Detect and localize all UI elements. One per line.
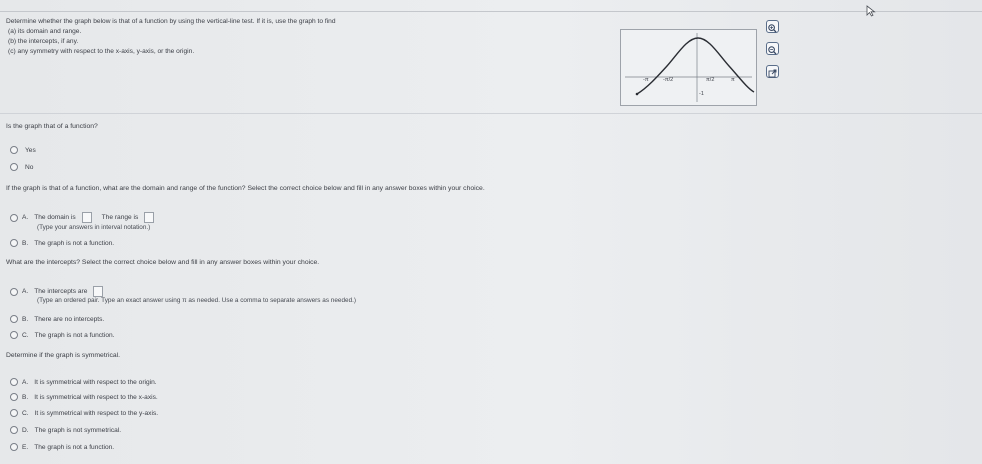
radio-button[interactable] <box>10 409 18 417</box>
q1-option-yes[interactable]: Yes <box>10 146 36 154</box>
q4-option-a[interactable]: A. It is symmetrical with respect to the… <box>10 378 157 386</box>
curve-endpoint-left <box>635 92 639 96</box>
prompt-line-1: Determine whether the graph below is tha… <box>6 18 336 25</box>
q3-option-c-label: The graph is not a function. <box>34 331 115 339</box>
q2-question: If the graph is that of a function, what… <box>6 185 485 192</box>
q4-option-b[interactable]: B. It is symmetrical with respect to the… <box>10 393 158 401</box>
q4-option-c[interactable]: C. It is symmetrical with respect to the… <box>10 409 158 417</box>
prompt-line-3: (b) the intercepts, if any. <box>8 38 79 45</box>
q2-option-a-hint: (Type your answers in interval notation.… <box>37 224 151 231</box>
q4-option-d-label: The graph is not symmetrical. <box>34 426 122 434</box>
radio-button[interactable] <box>10 393 18 401</box>
q2-range-label: The range is <box>101 214 139 221</box>
q4-option-c-letter: C. <box>22 409 29 417</box>
q1-question: Is the graph that of a function? <box>6 123 98 130</box>
radio-button[interactable] <box>10 331 18 339</box>
domain-answer-box[interactable] <box>81 212 92 223</box>
q1-option-no-label: No <box>25 163 34 171</box>
radio-button[interactable] <box>10 146 18 154</box>
q2-option-a-letter: A. <box>22 214 29 221</box>
q1-option-yes-label: Yes <box>25 146 36 154</box>
q4-option-a-label: It is symmetrical with respect to the or… <box>34 378 157 386</box>
q3-option-c[interactable]: C. The graph is not a function. <box>10 331 115 339</box>
range-answer-box[interactable] <box>144 212 155 223</box>
radio-button[interactable] <box>10 163 18 171</box>
radio-button[interactable] <box>10 426 18 434</box>
section-divider <box>0 113 982 114</box>
y-tick-neg-1: -1 <box>699 91 704 97</box>
q4-option-c-label: It is symmetrical with respect to the y-… <box>34 409 159 417</box>
q2-option-b[interactable]: B. The graph is not a function. <box>10 239 114 247</box>
intercepts-answer-box[interactable] <box>93 286 104 297</box>
q3-question: What are the intercepts? Select the corr… <box>6 259 320 266</box>
q4-option-a-letter: A. <box>22 378 29 386</box>
q4-option-d[interactable]: D. The graph is not symmetrical. <box>10 426 121 434</box>
q3-option-a-letter: A. <box>22 288 29 295</box>
mouse-cursor-icon <box>866 4 876 22</box>
radio-button[interactable] <box>10 378 18 386</box>
radio-button[interactable] <box>10 443 18 451</box>
q4-option-e-label: The graph is not a function. <box>34 443 115 451</box>
radio-button[interactable] <box>10 239 18 247</box>
q2-option-a[interactable]: A. The domain is The range is <box>10 212 155 223</box>
prompt-line-2: (a) its domain and range. <box>8 28 82 35</box>
q2-option-b-label: The graph is not a function. <box>34 239 115 247</box>
x-tick-neg-pi: -π <box>643 77 649 83</box>
graph-svg: -π -π/2 π/2 π -1 <box>625 33 755 102</box>
q4-question: Determine if the graph is symmetrical. <box>6 352 121 359</box>
q4-option-d-letter: D. <box>22 426 29 434</box>
radio-button[interactable] <box>10 213 18 222</box>
x-tick-neg-half-pi: -π/2 <box>663 77 673 83</box>
q3-option-b-letter: B. <box>22 315 29 323</box>
q3-option-a-hint: (Type an ordered pair. Type an exact ans… <box>37 297 357 304</box>
curve <box>636 37 755 95</box>
x-tick-pi: π <box>731 77 735 83</box>
q4-option-b-label: It is symmetrical with respect to the x-… <box>34 393 158 401</box>
radio-button[interactable] <box>10 315 18 323</box>
q2-option-b-letter: B. <box>22 239 29 247</box>
q3-option-a-label: The intercepts are <box>34 288 88 295</box>
top-divider <box>0 11 982 12</box>
q4-option-e-letter: E. <box>22 443 29 451</box>
x-tick-half-pi: π/2 <box>706 77 714 83</box>
open-in-new-window-icon[interactable] <box>766 65 779 78</box>
radio-button[interactable] <box>10 287 18 296</box>
prompt-line-4: (c) any symmetry with respect to the x-a… <box>8 48 195 55</box>
q4-option-b-letter: B. <box>22 393 29 401</box>
function-graph: -π -π/2 π/2 π -1 <box>620 29 757 106</box>
q4-option-e[interactable]: E. The graph is not a function. <box>10 443 114 451</box>
zoom-out-icon[interactable] <box>766 42 779 55</box>
q1-option-no[interactable]: No <box>10 163 33 171</box>
q3-option-c-letter: C. <box>22 331 29 339</box>
q2-domain-label: The domain is <box>34 214 76 221</box>
q3-option-b-label: There are no intercepts. <box>34 315 105 323</box>
q3-option-a[interactable]: A. The intercepts are <box>10 286 104 297</box>
zoom-in-icon[interactable] <box>766 20 779 33</box>
q3-option-b[interactable]: B. There are no intercepts. <box>10 315 104 323</box>
